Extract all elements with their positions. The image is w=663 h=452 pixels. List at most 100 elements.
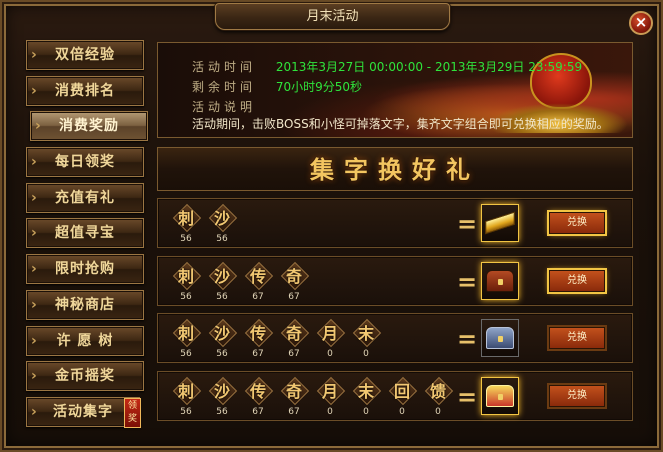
char-count: 56	[180, 349, 192, 360]
char-count: 0	[399, 406, 405, 417]
sidebar-item[interactable]: 活动集字	[26, 396, 140, 427]
char-tile: 回	[388, 376, 416, 404]
close-button[interactable]: ×	[629, 11, 653, 35]
char-tile: 馈	[424, 376, 452, 404]
sidebar-item[interactable]: 超值寻宝	[26, 218, 144, 249]
char-tile: 传	[244, 376, 272, 404]
event-desc-row: 活动说明 活动期间，击败BOSS和小怪可掉落文字，集齐文字组合即可兑换相应的奖励…	[192, 98, 632, 132]
reward-slot[interactable]	[481, 319, 519, 358]
remaining-time-row: 剩余时间 70小时9分50秒	[192, 78, 362, 95]
char-tile: 奇	[280, 376, 308, 404]
equals-icon: =	[457, 210, 478, 238]
char-item: 传 67	[240, 376, 276, 418]
required-chars: 刺 56 沙 56 传 67 奇 67 月 0 末 0 回 0 馈 0	[168, 376, 456, 418]
char-glyph: 末	[357, 324, 374, 344]
event-banner: 活动时间 2013年3月27日 00:00:00 - 2013年3月29日 23…	[157, 42, 633, 138]
main-panel: 活动时间 2013年3月27日 00:00:00 - 2013年3月29日 23…	[153, 38, 636, 443]
char-tile: 月	[316, 318, 344, 346]
remaining-time-value: 70小时9分50秒	[275, 80, 363, 94]
char-tile: 沙	[208, 318, 236, 346]
event-time-row: 活动时间 2013年3月27日 00:00:00 - 2013年3月29日 23…	[192, 58, 582, 75]
char-count: 0	[435, 406, 441, 417]
event-time-label: 活动时间	[192, 60, 257, 74]
char-item: 月0	[312, 376, 348, 418]
gold-bar-icon	[485, 211, 515, 235]
section-title-strip: 集字换好礼	[157, 147, 633, 191]
char-tile: 奇	[280, 318, 308, 346]
char-glyph: 传	[249, 381, 266, 401]
reward-slot[interactable]	[481, 204, 519, 242]
exchange-button[interactable]: 兑换	[549, 384, 605, 407]
char-item: 奇 67	[276, 261, 312, 303]
exchange-list: 刺 56 沙 56 = 兑换刺 56 沙 56 传 67 奇 67 = 兑换刺 56 沙 56 传 67 奇 67 月 0 末 0…	[157, 198, 633, 428]
char-item: 末0	[348, 376, 384, 418]
sidebar-item[interactable]: 金币摇奖	[26, 361, 144, 392]
char-count: 56	[216, 291, 228, 302]
char-glyph: 月	[321, 381, 338, 401]
char-count: 0	[327, 349, 333, 360]
equals-icon: =	[457, 267, 478, 296]
char-count: 56	[216, 406, 228, 417]
char-item: 奇 67	[276, 376, 312, 418]
char-item: 沙 56	[204, 318, 240, 360]
char-count: 0	[327, 406, 333, 417]
window-title: 月末活动	[215, 3, 450, 30]
char-item: 沙 56	[204, 261, 240, 303]
char-tile: 刺	[172, 318, 200, 346]
char-glyph: 传	[249, 266, 266, 286]
char-tile: 沙	[208, 203, 236, 231]
char-glyph: 回	[393, 381, 410, 401]
exchange-row: 刺 56 沙 56 = 兑换	[157, 198, 633, 248]
required-chars: 刺 56 沙 56 传 67 奇 67	[168, 261, 312, 303]
exchange-button[interactable]: 兑换	[549, 327, 605, 350]
blue-chest-icon	[486, 327, 514, 350]
char-count: 56	[216, 234, 228, 244]
char-glyph: 沙	[213, 324, 230, 344]
section-title: 集字换好礼	[310, 155, 480, 184]
char-count: 67	[252, 406, 264, 417]
char-count: 67	[252, 349, 264, 360]
event-desc-label: 活动说明	[192, 100, 257, 114]
char-count: 0	[363, 349, 369, 360]
char-count: 67	[288, 349, 300, 360]
char-tile: 月	[316, 376, 344, 404]
char-item: 传 67	[240, 318, 276, 360]
char-glyph: 奇	[285, 266, 302, 286]
char-count: 56	[180, 234, 192, 244]
char-item: 月0	[312, 318, 348, 360]
char-tile: 传	[244, 261, 272, 289]
sidebar-item[interactable]: 许 愿 树	[26, 325, 144, 356]
char-item: 传 67	[240, 261, 276, 303]
char-item: 刺 56	[168, 376, 204, 418]
sidebar-item[interactable]: 神秘商店	[26, 289, 144, 320]
sidebar-item[interactable]: 双倍经验	[26, 40, 144, 70]
sidebar-item[interactable]: 每日领奖	[26, 147, 144, 178]
sidebar-menu: 双倍经验消费排名消费奖励每日领奖充值有礼超值寻宝限时抢购神秘商店许 愿 树金币摇…	[26, 40, 148, 433]
char-glyph: 月	[321, 324, 338, 344]
sidebar-item[interactable]: 消费奖励	[30, 111, 148, 142]
char-item: 馈0	[420, 376, 456, 418]
char-glyph: 奇	[285, 324, 302, 344]
char-tile: 末	[352, 318, 380, 346]
reward-slot[interactable]	[481, 376, 519, 415]
char-tile: 奇	[280, 261, 308, 289]
char-glyph: 沙	[213, 209, 230, 228]
sidebar-item[interactable]: 限时抢购	[26, 254, 144, 285]
reward-slot[interactable]	[481, 261, 519, 300]
char-count: 56	[180, 291, 192, 302]
claim-badge[interactable]: 领奖	[124, 398, 141, 428]
char-count: 67	[288, 406, 300, 417]
exchange-button[interactable]: 兑换	[549, 269, 605, 292]
equals-icon: =	[457, 325, 478, 354]
char-glyph: 刺	[177, 324, 194, 344]
sidebar-item[interactable]: 充值有礼	[26, 182, 144, 213]
char-glyph: 刺	[177, 266, 194, 286]
exchange-button[interactable]: 兑换	[549, 212, 605, 234]
char-count: 67	[288, 291, 300, 302]
char-tile: 末	[352, 376, 380, 404]
char-item: 奇 67	[276, 318, 312, 360]
sidebar-item[interactable]: 消费排名	[26, 75, 144, 106]
remaining-time-label: 剩余时间	[192, 80, 257, 94]
char-tile: 刺	[172, 261, 200, 289]
required-chars: 刺 56 沙 56 传 67 奇 67 月 0 末 0	[168, 318, 384, 360]
